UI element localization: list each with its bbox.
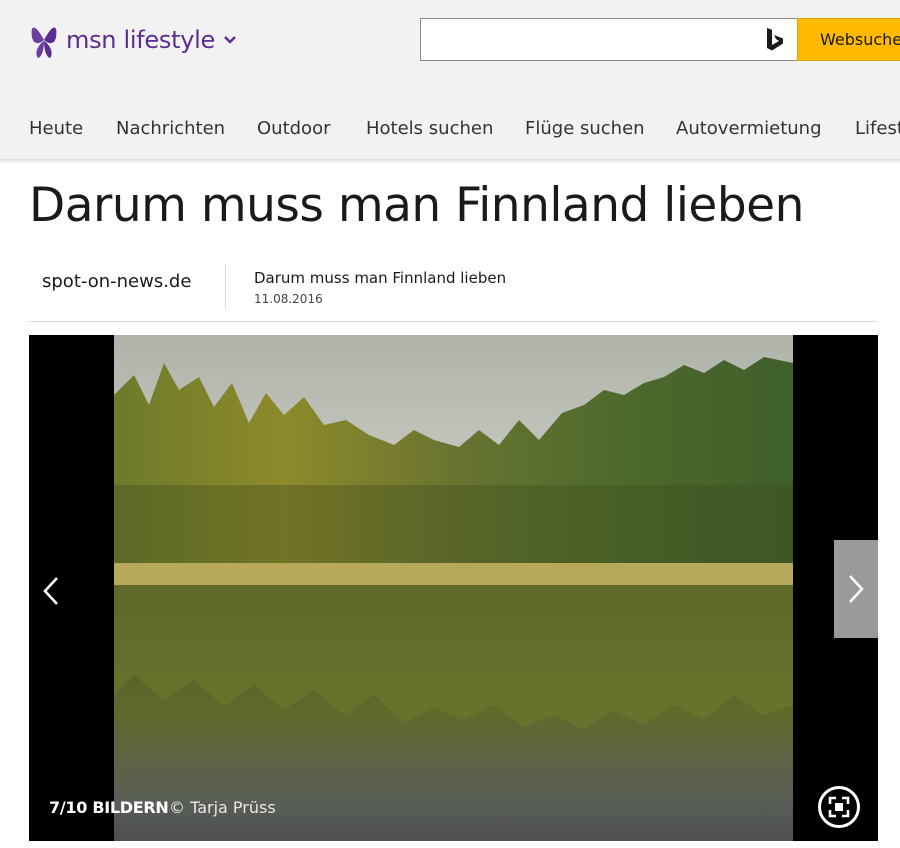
nav-item-heute[interactable]: Heute bbox=[29, 118, 83, 139]
search-input[interactable] bbox=[420, 18, 798, 61]
prev-button[interactable] bbox=[29, 542, 73, 640]
photo-credit: © Tarja Prüss bbox=[169, 798, 276, 817]
source-name[interactable]: spot-on-news.de bbox=[42, 271, 191, 292]
bing-icon bbox=[767, 28, 783, 51]
chevron-down-icon[interactable] bbox=[223, 35, 237, 45]
next-button[interactable] bbox=[834, 540, 878, 638]
image-counter: 7/10 BILDERN bbox=[49, 798, 169, 817]
article-date: 11.08.2016 bbox=[254, 292, 323, 306]
header-shadow bbox=[0, 160, 900, 164]
fullscreen-icon bbox=[828, 796, 850, 818]
nav-item-autovermietung[interactable]: Autovermietung bbox=[676, 118, 822, 139]
websuche-button[interactable]: Websuche bbox=[797, 18, 900, 61]
msn-logo[interactable]: msn lifestyle bbox=[30, 20, 237, 60]
nav-item-lifestyle[interactable]: Lifestyle bbox=[855, 118, 900, 139]
nav-item-hotels-suchen[interactable]: Hotels suchen bbox=[366, 118, 493, 139]
chevron-left-icon bbox=[43, 577, 58, 605]
photo-gallery: 7/10 BILDERN © Tarja Prüss bbox=[29, 335, 878, 841]
nav-item-nachrichten[interactable]: Nachrichten bbox=[116, 118, 225, 139]
search-bar: Websuche bbox=[420, 18, 900, 61]
nav-item-outdoor[interactable]: Outdoor bbox=[257, 118, 331, 139]
source-divider bbox=[225, 265, 226, 309]
msn-butterfly-icon bbox=[31, 27, 57, 58]
page-title: Darum muss man Finnland lieben bbox=[29, 178, 804, 233]
chevron-right-icon bbox=[849, 575, 864, 603]
nav-item-fluege-suchen[interactable]: Flüge suchen bbox=[525, 118, 645, 139]
gallery-photo bbox=[114, 335, 793, 841]
fullscreen-button[interactable] bbox=[818, 786, 860, 828]
article-subtitle: Darum muss man Finnland lieben bbox=[254, 269, 507, 287]
logo-text: msn lifestyle bbox=[66, 26, 215, 54]
site-header: msn lifestyle Websuche Heute Nachrichten… bbox=[0, 0, 900, 160]
article-source-row: spot-on-news.de Darum muss man Finnland … bbox=[29, 252, 877, 322]
